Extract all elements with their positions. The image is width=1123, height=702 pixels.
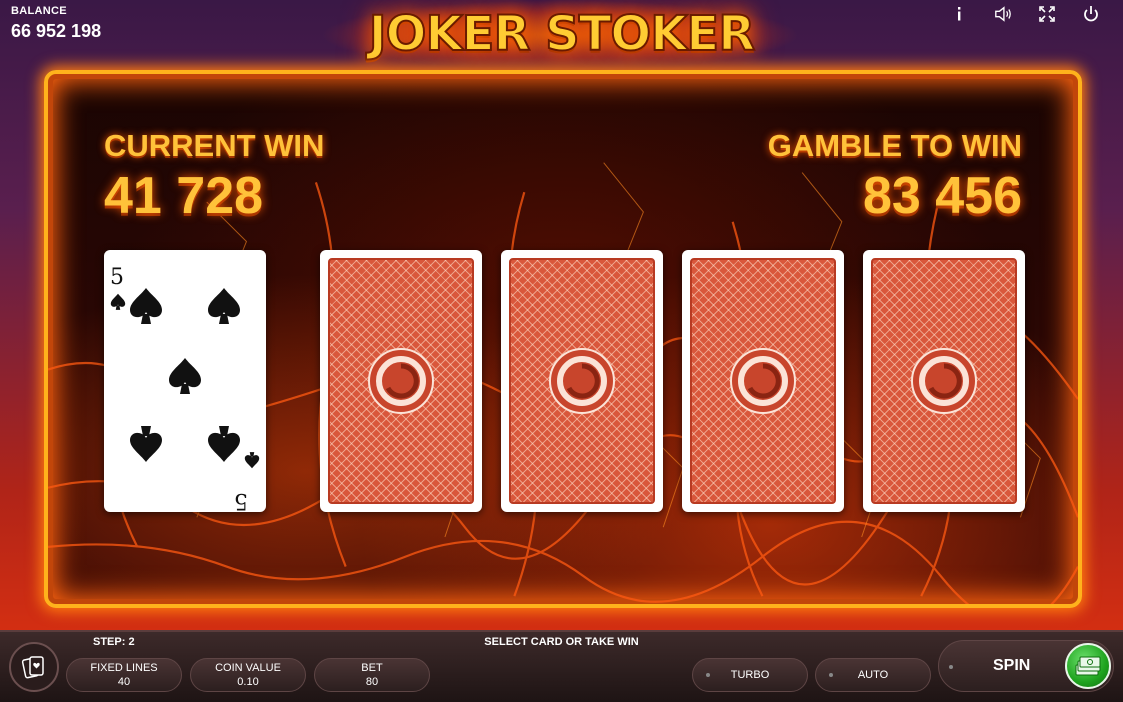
- bet-value: 80: [365, 676, 379, 688]
- gamble-to-win-value: 83 456: [862, 167, 1022, 225]
- auto-label: AUTO: [857, 669, 889, 681]
- auto-toggle[interactable]: AUTO: [815, 658, 931, 692]
- fixed-lines-label: FIXED LINES: [90, 662, 158, 674]
- money-stack-icon: [1075, 656, 1101, 676]
- balance-label: BALANCE: [11, 5, 67, 17]
- info-icon[interactable]: [937, 2, 981, 26]
- power-icon[interactable]: [1069, 2, 1113, 26]
- face-down-card-4[interactable]: [863, 250, 1025, 512]
- spin-label: SPIN: [993, 657, 1031, 674]
- card-back-emblem-icon: [549, 348, 615, 414]
- face-down-card-3[interactable]: [682, 250, 844, 512]
- balance-panel: BALANCE 66 952 198: [11, 5, 101, 42]
- card-rank-bottom: 5: [234, 488, 248, 512]
- bet-selector[interactable]: BET 80: [314, 658, 430, 692]
- face-down-card-2[interactable]: [501, 250, 663, 512]
- coin-value-label: COIN VALUE: [215, 662, 281, 674]
- balance-value: 66 952 198: [11, 21, 102, 41]
- card-back-emblem-icon: [368, 348, 434, 414]
- control-bar: STEP: 2 SELECT CARD OR TAKE WIN FIXED LI…: [0, 630, 1123, 702]
- cards-heart-icon: [21, 656, 44, 679]
- card-back-emblem-icon: [730, 348, 796, 414]
- coin-value-selector[interactable]: COIN VALUE 0.10: [190, 658, 306, 692]
- gamble-to-win-label: GAMBLE TO WIN: [767, 128, 1022, 163]
- coin-value-value: 0.10: [237, 676, 259, 688]
- current-win-label: CURRENT WIN: [104, 128, 325, 163]
- turbo-indicator-dot: [706, 673, 710, 677]
- turbo-toggle[interactable]: TURBO: [692, 658, 808, 692]
- face-down-card-1[interactable]: [320, 250, 482, 512]
- spin-button[interactable]: SPIN: [938, 640, 1114, 692]
- fullscreen-icon[interactable]: [1025, 2, 1069, 26]
- turbo-label: TURBO: [730, 669, 770, 681]
- sound-icon[interactable]: [981, 2, 1025, 26]
- top-icons: [937, 2, 1113, 26]
- fixed-lines-display: FIXED LINES 40: [66, 658, 182, 692]
- take-win-button[interactable]: [1065, 643, 1111, 689]
- gamble-board: CURRENT WIN 41 728 GAMBLE TO WIN 83 456 …: [44, 70, 1082, 608]
- gamble-cards-button[interactable]: [9, 642, 59, 692]
- card-back-emblem-icon: [911, 348, 977, 414]
- fixed-lines-value: 40: [117, 676, 131, 688]
- auto-indicator-dot: [829, 673, 833, 677]
- current-win-value: 41 728: [104, 167, 264, 225]
- dealer-card-five-of-spades: 5 5: [104, 250, 266, 513]
- card-rank-top: 5: [110, 265, 124, 290]
- spin-indicator-dot: [949, 665, 953, 669]
- bet-label: BET: [361, 662, 383, 674]
